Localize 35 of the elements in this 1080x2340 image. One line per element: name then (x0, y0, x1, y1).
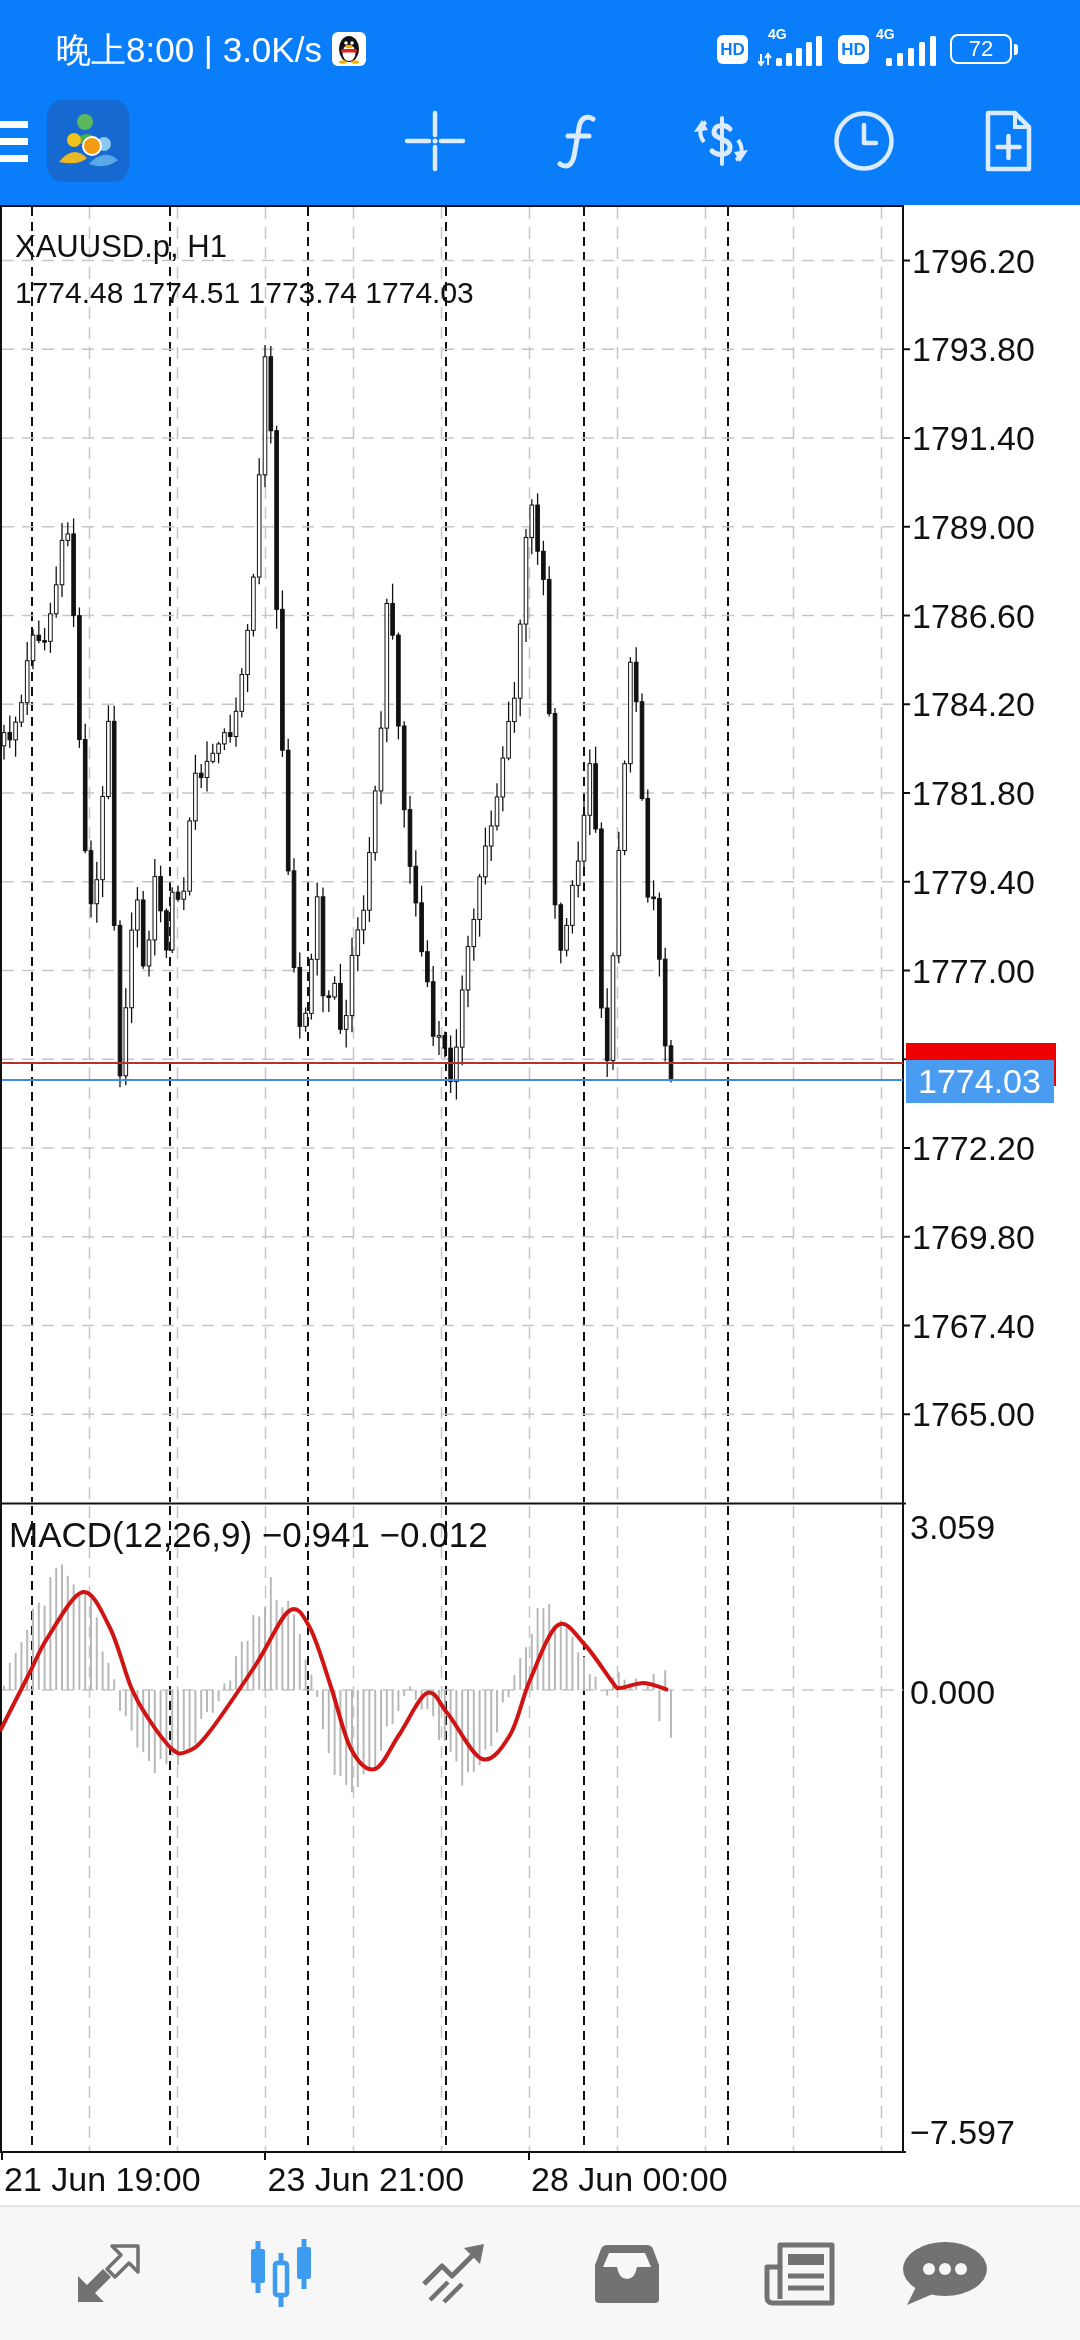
battery-indicator: 72 (950, 34, 1018, 64)
penguin-icon (331, 32, 366, 66)
ohlc-values: 1774.48 1774.51 1773.74 1774.03 (15, 276, 474, 309)
clock-icon[interactable] (833, 110, 895, 172)
newspaper-icon[interactable] (763, 2240, 836, 2307)
time-label: 21 Jun 19:00 (4, 2160, 201, 2198)
price-label: 1793.80 (912, 330, 1035, 369)
price-label: 1786.60 (912, 596, 1035, 635)
price-label: 1769.80 (912, 1217, 1035, 1256)
price-label: 1767.40 (912, 1306, 1035, 1345)
network-type-label: 4G (876, 27, 895, 41)
inbox-tray-icon[interactable] (592, 2242, 661, 2305)
time-label: 23 Jun 21:00 (267, 2160, 465, 2198)
price-label: 1796.20 (912, 241, 1035, 280)
price-label: 1791.40 (912, 419, 1035, 457)
price-label: 1784.20 (912, 685, 1035, 724)
price-label: 1777.00 (912, 951, 1035, 990)
macd-axis-label: −7.597 (910, 2113, 1015, 2151)
price-label: 1781.80 (912, 774, 1035, 812)
macd-axis-label: 3.059 (910, 1508, 996, 1546)
price-label: 1779.40 (912, 862, 1035, 901)
bid-price-tag: 1774.03 (906, 1060, 1054, 1103)
network-type-label: 4G (768, 27, 787, 41)
menu-icon[interactable] (0, 120, 28, 162)
time-label: 28 Jun 00:00 (531, 2160, 728, 2198)
macd-axis-label: 0.000 (910, 1673, 996, 1711)
price-label: 1772.20 (912, 1129, 1035, 1167)
price-label: 1765.00 (912, 1395, 1035, 1434)
status-text: 晚上8:00 | 3.0K/s (56, 31, 322, 67)
symbol-label: XAUUSD.p, H1 (15, 229, 227, 264)
macd-title: MACD(12,26,9) −0.941 −0.012 (9, 1515, 488, 1554)
crosshair-icon[interactable] (404, 110, 466, 172)
price-label: 1789.00 (912, 507, 1035, 546)
hd-badge: HD (717, 34, 748, 64)
hd-badge: HD (838, 34, 869, 64)
